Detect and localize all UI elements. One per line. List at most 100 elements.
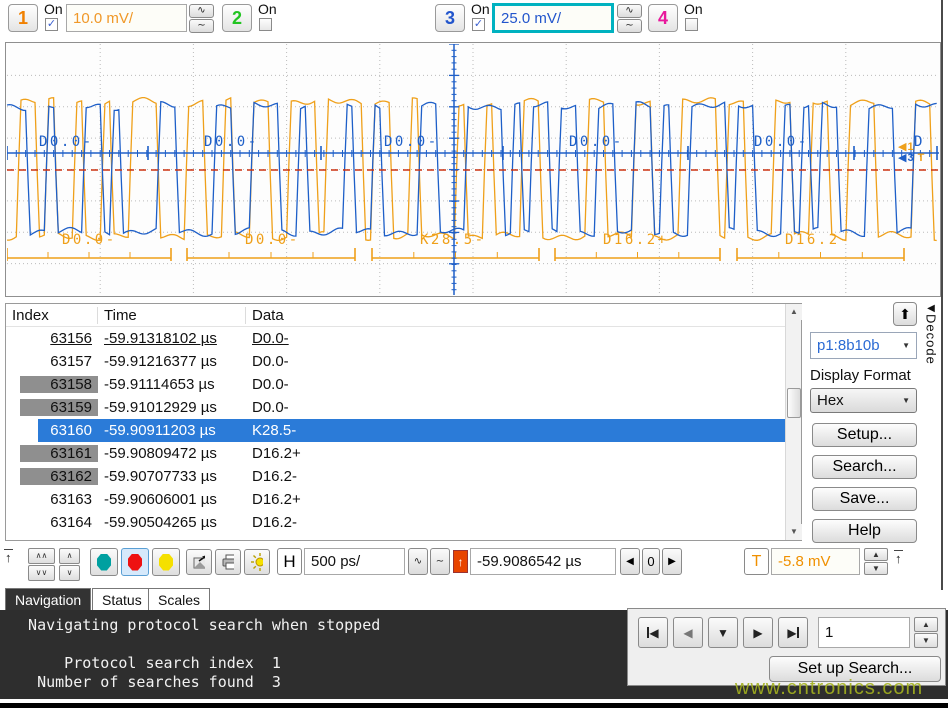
search-index-spinner[interactable]: ▲ ▼ xyxy=(914,617,938,648)
table-row[interactable]: 63160-59.90911203 µsK28.5- xyxy=(38,419,801,442)
channel-2-on-label: On xyxy=(258,1,277,17)
help-button[interactable]: Help xyxy=(812,519,917,543)
channel-1-scale-down-button[interactable]: ∼ xyxy=(189,19,214,33)
scroll-up-button[interactable]: ▲ xyxy=(786,304,802,320)
table-row[interactable]: 63164-59.90504265 µsD16.2- xyxy=(6,511,801,534)
watermark-text: www.cntronics.com xyxy=(735,677,923,700)
scrollbar-thumb[interactable] xyxy=(787,388,801,418)
position-zero-button[interactable]: 0 xyxy=(642,548,660,575)
search-button[interactable]: Search... xyxy=(812,455,917,479)
panel-collapse-up-button[interactable]: ⬆ xyxy=(893,302,917,326)
run-icon xyxy=(97,554,111,571)
timebase-fine-button[interactable]: ∿ xyxy=(408,548,428,575)
export-image-button[interactable] xyxy=(186,549,212,575)
waveform-display[interactable]: D0.0-D0.0-D0.0-D0.0-D0.0-DD0.0-D0.0-K28.… xyxy=(5,42,941,297)
tab-scales[interactable]: Scales xyxy=(148,588,210,610)
svg-text:D0.0-: D0.0- xyxy=(62,232,117,248)
channel-3-scale-field[interactable]: 25.0 mV/ xyxy=(492,3,614,33)
column-header-time[interactable]: Time xyxy=(98,307,246,324)
channel-2-button[interactable]: 2 xyxy=(222,4,252,32)
svg-text:D0.0-: D0.0- xyxy=(245,232,300,248)
table-scrollbar[interactable]: ▲ ▼ xyxy=(785,304,801,540)
channel-3-on-checkbox[interactable]: ✓ xyxy=(472,18,485,31)
fine-up-button[interactable]: ∧ xyxy=(59,548,80,564)
table-body: 63156-59.91318102 µsD0.0-63157-59.912163… xyxy=(6,327,801,534)
display-format-select[interactable]: Hex▼ xyxy=(810,388,917,413)
trigger-position-icon[interactable]: ↑ xyxy=(453,550,468,573)
trigger-level-field[interactable]: -5.8 mV xyxy=(771,548,860,575)
channel-1-scale-up-button[interactable]: ∿ xyxy=(189,4,214,18)
nav-last-button[interactable]: ▶ xyxy=(778,617,808,648)
fine-down-button[interactable]: ∨ xyxy=(59,565,80,581)
trigger-level-marker[interactable]: T xyxy=(918,153,925,164)
coarse-up-button[interactable]: ∧∧ xyxy=(28,548,55,564)
index-down-button[interactable]: ▼ xyxy=(914,633,938,648)
single-button[interactable] xyxy=(152,548,180,576)
nav-first-button[interactable]: ◀ xyxy=(638,617,668,648)
channel-3-scale-down-button[interactable]: ∼ xyxy=(617,19,642,33)
search-navigation-panel: ◀ ◀ ▼ ▶ ▶ 1 ▲ ▼ Set up Search... xyxy=(627,608,946,686)
position-right-button[interactable]: ▶ xyxy=(662,548,682,575)
level-up-button[interactable]: ▲ xyxy=(864,548,888,561)
nav-stop-button[interactable]: ▼ xyxy=(708,617,738,648)
channel-3-scale-up-button[interactable]: ∿ xyxy=(617,4,642,18)
trigger-level-spinner[interactable]: ▲ ▼ xyxy=(864,548,888,575)
index-up-button[interactable]: ▲ xyxy=(914,617,938,632)
scroll-top-icon-2[interactable]: ↑ xyxy=(894,550,903,566)
waveform-canvas: D0.0-D0.0-D0.0-D0.0-D0.0-DD0.0-D0.0-K28.… xyxy=(7,44,939,295)
bottom-black-bar xyxy=(0,703,948,708)
scroll-top-icon[interactable]: ↑ xyxy=(4,549,13,565)
oscilloscope-window: 1 On ✓ 10.0 mV/ ∿ ∼ 2 On 3 On ✓ 25.0 mV/… xyxy=(0,0,948,708)
table-row[interactable]: 63162-59.90707733 µsD16.2- xyxy=(6,465,801,488)
trigger-menu-button[interactable]: T xyxy=(744,548,769,575)
channel-3-button[interactable]: 3 xyxy=(435,4,465,32)
position-left-button[interactable]: ◀ xyxy=(620,548,640,575)
stop-icon xyxy=(128,554,142,571)
svg-text:D0.0-: D0.0- xyxy=(384,134,439,150)
channel-1-on-checkbox[interactable]: ✓ xyxy=(45,18,58,31)
protocol-listing-panel: Index Time Data 63156-59.91318102 µsD0.0… xyxy=(5,303,802,541)
print-button[interactable] xyxy=(215,549,241,575)
table-row[interactable]: 63163-59.90606001 µsD16.2+ xyxy=(6,488,801,511)
tab-navigation[interactable]: Navigation xyxy=(5,588,91,610)
fine-adjust-spinner[interactable]: ∧ ∨ xyxy=(59,548,80,581)
column-header-index[interactable]: Index xyxy=(6,307,98,324)
svg-text:D0.0-: D0.0- xyxy=(754,134,809,150)
save-button[interactable]: Save... xyxy=(812,487,917,511)
channel-1-button[interactable]: 1 xyxy=(8,4,38,32)
table-row[interactable]: 63158-59.91114653 µsD0.0- xyxy=(6,373,801,396)
channel-3-ref-arrow-icon[interactable]: ◀ xyxy=(898,153,906,164)
coarse-down-button[interactable]: ∨∨ xyxy=(28,565,55,581)
setup-button[interactable]: Setup... xyxy=(812,423,917,447)
channel-4-button[interactable]: 4 xyxy=(648,4,678,32)
channel-4-on-checkbox[interactable] xyxy=(685,18,698,31)
single-icon xyxy=(159,554,173,571)
scroll-down-button[interactable]: ▼ xyxy=(786,524,802,540)
search-index-field[interactable]: 1 xyxy=(818,617,910,648)
channel-reference-markers: ◀1 ◀3T xyxy=(898,142,938,164)
channel-toolbar: 1 On ✓ 10.0 mV/ ∿ ∼ 2 On 3 On ✓ 25.0 mV/… xyxy=(0,0,941,42)
horizontal-position-field[interactable]: -59.9086542 µs xyxy=(470,548,616,575)
table-row[interactable]: 63161-59.90809472 µsD16.2+ xyxy=(6,442,801,465)
tab-status[interactable]: Status xyxy=(92,588,152,610)
horizontal-menu-button[interactable]: H xyxy=(277,548,302,575)
clear-display-button[interactable] xyxy=(244,549,270,575)
timebase-field[interactable]: 500 ps/ xyxy=(304,548,405,575)
channel-1-scale-field[interactable]: 10.0 mV/ xyxy=(66,4,187,32)
decode-sidebar-tab[interactable]: ◀ Decode xyxy=(921,303,941,403)
window-right-divider xyxy=(941,0,943,590)
level-down-button[interactable]: ▼ xyxy=(864,562,888,575)
column-header-data[interactable]: Data xyxy=(246,307,801,324)
table-row[interactable]: 63156-59.91318102 µsD0.0- xyxy=(6,327,801,350)
run-button[interactable] xyxy=(90,548,118,576)
timebase-coarse-button[interactable]: ∼ xyxy=(430,548,450,575)
table-row[interactable]: 63159-59.91012929 µsD0.0- xyxy=(6,396,801,419)
nav-prev-button[interactable]: ◀ xyxy=(673,617,703,648)
table-row[interactable]: 63157-59.91216377 µsD0.0- xyxy=(6,350,801,373)
channel-2-on-checkbox[interactable] xyxy=(259,18,272,31)
coarse-adjust-spinner[interactable]: ∧∧ ∨∨ xyxy=(28,548,55,581)
protocol-select[interactable]: p1:8b10b▼ xyxy=(810,332,917,359)
channel-3-on-label: On xyxy=(471,1,490,17)
nav-next-button[interactable]: ▶ xyxy=(743,617,773,648)
stop-button[interactable] xyxy=(121,548,149,576)
